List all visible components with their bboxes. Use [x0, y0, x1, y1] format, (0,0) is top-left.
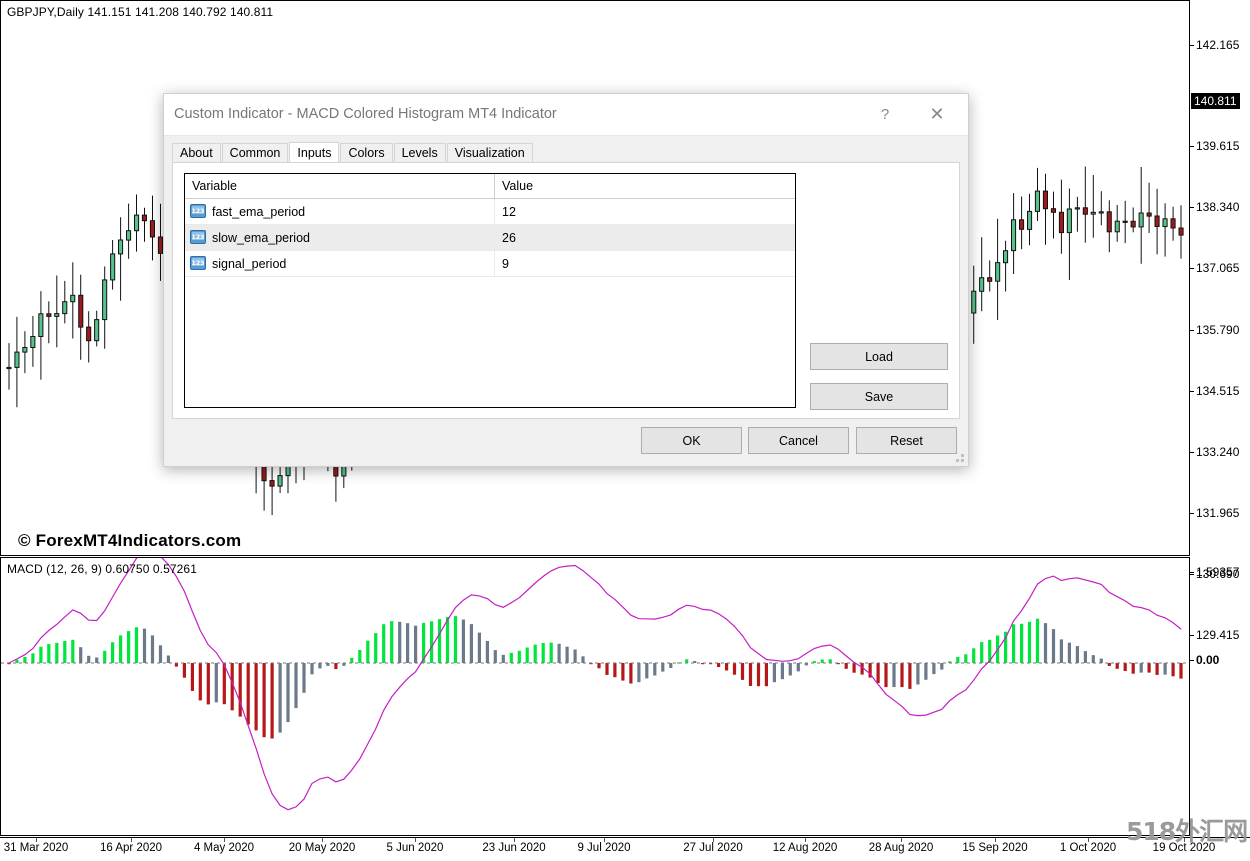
help-icon[interactable]: ? [862, 94, 908, 135]
table-row[interactable]: 123 fast_ema_period 12 [185, 199, 795, 225]
time-tick-label: 31 Mar 2020 [3, 842, 69, 854]
inputs-tab-panel: Variable Value 123 fast_ema_period 12 12… [172, 162, 960, 419]
macd-histogram-series [1, 558, 1189, 811]
table-row[interactable]: 123 signal_period 9 [185, 251, 795, 277]
resize-grip-icon[interactable] [956, 454, 965, 463]
time-tick-label: 23 Jun 2020 [482, 842, 546, 854]
time-tick-label: 15 Sep 2020 [962, 842, 1028, 854]
time-tick-label: 5 Jun 2020 [386, 842, 444, 854]
symbol-period-label: GBPJPY,Daily 141.151 141.208 140.792 140… [7, 5, 274, 19]
time-tick-label: 9 Jul 2020 [577, 842, 631, 854]
site-watermark: © ForexMT4Indicators.com [18, 531, 242, 550]
price-tick-label: 134.515 [1196, 384, 1240, 398]
123-icon: 123 [190, 204, 206, 218]
table-row[interactable]: 123 slow_ema_period 26 [185, 225, 795, 251]
reset-button[interactable]: Reset [856, 427, 957, 454]
time-tick-label: 1 Oct 2020 [1059, 842, 1117, 854]
macd-tick-label: 0.00 [1196, 653, 1220, 667]
cn-watermark: 518外汇网 [1126, 817, 1248, 846]
inputs-grid[interactable]: Variable Value 123 fast_ema_period 12 12… [184, 173, 796, 408]
column-header-value: Value [502, 179, 534, 193]
macd-axis[interactable]: 1.59357 0.00 [1190, 557, 1250, 836]
time-tick-label: 27 Jul 2020 [683, 842, 743, 854]
load-button[interactable]: Load [810, 343, 948, 370]
price-tick-label: 139.615 [1196, 139, 1240, 153]
variable-name: slow_ema_period [212, 230, 310, 245]
svg-text:123: 123 [192, 260, 205, 267]
svg-text:123: 123 [192, 208, 205, 215]
variable-name: fast_ema_period [212, 204, 306, 219]
time-tick-label: 16 Apr 2020 [99, 842, 163, 854]
123-icon: 123 [190, 230, 206, 244]
macd-indicator-pane[interactable]: MACD (12, 26, 9) 0.60750 0.57261 [0, 557, 1190, 836]
tab-common[interactable]: Common [221, 143, 289, 163]
column-header-variable: Variable [192, 179, 237, 193]
tab-levels[interactable]: Levels [393, 143, 446, 163]
price-tick-label: 135.790 [1196, 323, 1240, 337]
price-tick-label: 131.965 [1196, 506, 1240, 520]
custom-indicator-dialog[interactable]: Custom Indicator - MACD Colored Histogra… [163, 93, 969, 467]
price-tick-label: 137.065 [1196, 261, 1240, 275]
ok-button[interactable]: OK [641, 427, 742, 454]
time-tick-label: 20 May 2020 [288, 842, 356, 854]
dialog-tabstrip[interactable]: About Common Inputs Colors Levels Visual… [172, 142, 534, 164]
tab-visualization[interactable]: Visualization [446, 143, 533, 163]
price-axis[interactable]: 142.165 139.615 138.340 137.065 135.790 134.5… [1190, 0, 1250, 642]
macd-label: MACD (12, 26, 9) 0.60750 0.57261 [7, 562, 197, 576]
dialog-titlebar[interactable]: Custom Indicator - MACD Colored Histogra… [164, 94, 968, 136]
macd-tick-label: 1.59357 [1196, 565, 1240, 579]
cancel-button[interactable]: Cancel [748, 427, 849, 454]
dialog-title: Custom Indicator - MACD Colored Histogra… [174, 106, 557, 122]
price-tick-label: 133.240 [1196, 445, 1240, 459]
time-axis[interactable]: 31 Mar 2020 16 Apr 2020 4 May 2020 20 May 2… [0, 837, 1250, 861]
save-button[interactable]: Save [810, 383, 948, 410]
mt4-chart-window: GBPJPY,Daily 141.151 141.208 140.792 140… [0, 0, 1250, 861]
variable-name: signal_period [212, 256, 287, 271]
time-tick-label: 12 Aug 2020 [772, 842, 838, 854]
close-icon[interactable]: ✕ [914, 94, 960, 135]
variable-value[interactable]: 12 [495, 205, 795, 219]
variable-value[interactable]: 26 [495, 231, 795, 245]
tab-about[interactable]: About [172, 143, 221, 163]
variable-value[interactable]: 9 [495, 257, 795, 271]
123-icon: 123 [190, 256, 206, 270]
time-tick-label: 28 Aug 2020 [868, 842, 934, 854]
current-price-badge: 140.811 [1191, 93, 1240, 109]
price-tick-label: 138.340 [1196, 200, 1240, 214]
svg-text:123: 123 [192, 234, 205, 241]
grid-header-row: Variable Value [185, 174, 795, 199]
tab-inputs[interactable]: Inputs [289, 142, 340, 164]
tab-colors[interactable]: Colors [340, 143, 393, 163]
time-tick-label: 4 May 2020 [193, 842, 255, 854]
price-tick-label: 142.165 [1196, 38, 1240, 52]
